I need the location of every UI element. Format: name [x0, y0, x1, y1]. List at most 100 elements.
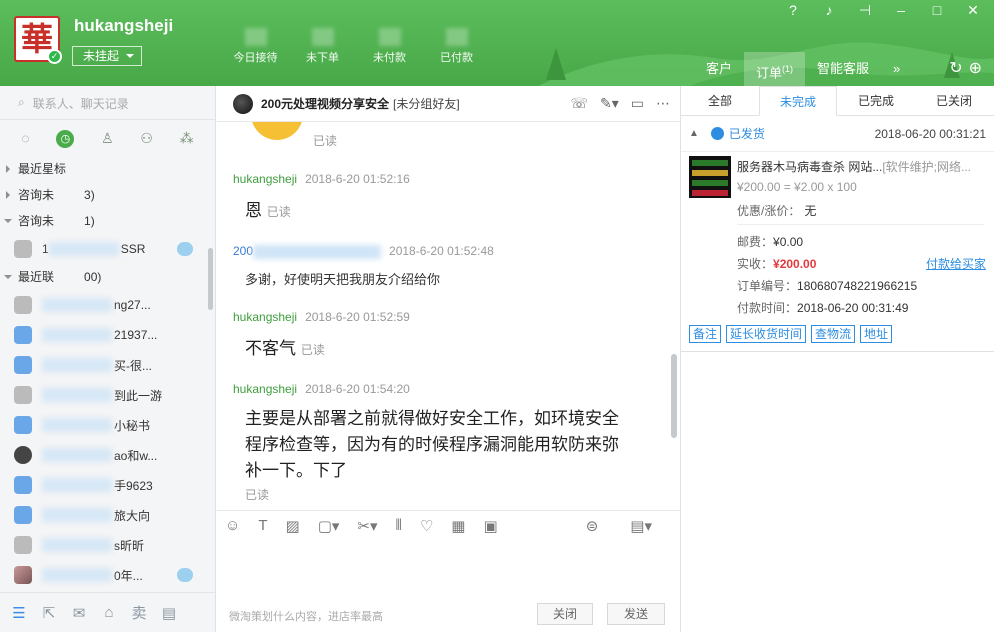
- contact-item[interactable]: ao和w...: [0, 440, 215, 470]
- product-category: [软件维护;网络...: [882, 160, 972, 174]
- product-row[interactable]: 服务器木马病毒查杀 网站...[软件维护;网络... ¥200.00 = ¥2.…: [681, 152, 994, 222]
- video-icon[interactable]: ▭: [631, 95, 644, 112]
- contact-item[interactable]: 小秘书: [0, 410, 215, 440]
- input-hint[interactable]: 微淘策划什么内容，进店率最高: [229, 608, 383, 624]
- stat-today[interactable]: 今日接待: [222, 28, 289, 65]
- group-consult-b[interactable]: 咨询未 1): [0, 208, 215, 234]
- close-button[interactable]: 关闭: [537, 603, 593, 625]
- mail-icon[interactable]: ✉: [64, 604, 94, 622]
- order-time: 2018-06-20 00:31:21: [874, 126, 986, 141]
- stat-paid[interactable]: 已付款: [423, 28, 490, 65]
- tab-customer[interactable]: 客户: [694, 52, 744, 86]
- collapse-icon[interactable]: ▲: [689, 128, 699, 139]
- product-thumbnail[interactable]: [689, 156, 731, 198]
- stat-not-ordered[interactable]: 未下单: [289, 28, 356, 65]
- history-icon[interactable]: ▤▾: [630, 517, 652, 535]
- contact-item[interactable]: 到此一游: [0, 380, 215, 410]
- image-icon[interactable]: ▨: [286, 517, 300, 535]
- maximize-icon[interactable]: □: [926, 2, 948, 19]
- sell-button[interactable]: 卖: [124, 602, 154, 623]
- pay-buyer-link[interactable]: 付款给买家: [926, 253, 986, 275]
- header-stats: 今日接待 未下单 未付款 已付款: [222, 28, 490, 65]
- tab-all[interactable]: 全部: [681, 86, 759, 115]
- read-status: 已读: [313, 134, 338, 148]
- contact-item[interactable]: ng27...: [0, 290, 215, 320]
- group-icon[interactable]: ⚇: [140, 130, 153, 148]
- stat-unpaid[interactable]: 未付款: [356, 28, 423, 65]
- menu-icon[interactable]: ☰: [4, 604, 34, 622]
- add-icon[interactable]: ⊕: [969, 58, 982, 78]
- tab-complete[interactable]: 已完成: [837, 86, 915, 115]
- font-icon[interactable]: T: [258, 517, 267, 534]
- scissors-icon[interactable]: ✂▾: [357, 517, 377, 535]
- layout-icon[interactable]: ▤: [154, 604, 184, 622]
- status-dropdown[interactable]: 未挂起: [72, 46, 142, 66]
- close-icon[interactable]: ✕: [962, 2, 984, 19]
- coupon-icon[interactable]: ▣: [483, 517, 497, 535]
- status-badge: 已发货: [710, 125, 765, 142]
- pin-icon[interactable]: ⊣: [854, 2, 876, 19]
- order-tabs: 全部 未完成 已完成 已关闭: [681, 86, 994, 116]
- comment-icon[interactable]: ☏: [570, 95, 588, 112]
- order-header[interactable]: ▲ 已发货 2018-06-20 00:31:21: [681, 116, 994, 152]
- edit-icon[interactable]: ✎▾: [600, 95, 619, 112]
- contact-item[interactable]: 手9623: [0, 470, 215, 500]
- folder-icon[interactable]: ▢▾: [318, 517, 340, 535]
- group-recent[interactable]: 最近联 00): [0, 264, 215, 290]
- export-icon[interactable]: ⇱: [34, 604, 64, 622]
- order-actions: 备注 延长收货时间 查物流 地址: [681, 319, 994, 343]
- minimize-icon[interactable]: –: [890, 2, 912, 19]
- chat-bubble-icon[interactable]: ◌: [21, 130, 29, 148]
- product-price: ¥200.00 = ¥2.00 x 100: [737, 180, 857, 194]
- contact-item[interactable]: s昕昕: [0, 530, 215, 560]
- contact-item[interactable]: 1 SSR: [0, 234, 215, 264]
- tab-incomplete[interactable]: 未完成: [759, 86, 837, 116]
- search-placeholder: 联系人、聊天记录: [32, 97, 129, 111]
- transfer-icon[interactable]: ⊜: [586, 517, 599, 535]
- contact-search[interactable]: ⌕ 联系人、聊天记录: [0, 86, 215, 120]
- sound-icon[interactable]: ♪: [818, 2, 840, 19]
- shop-icon[interactable]: ⌂: [94, 604, 124, 621]
- product-title[interactable]: 服务器木马病毒查杀 网站...: [737, 160, 882, 174]
- tab-orders[interactable]: 订单(1): [744, 52, 806, 86]
- group-starred[interactable]: 最近星标: [0, 156, 215, 182]
- paid-row: 实收：¥200.00 付款给买家: [737, 253, 994, 275]
- person-icon[interactable]: ♙: [101, 130, 114, 148]
- contact-groups: 最近星标 咨询未 3) 咨询未 1) 1 SSR 最近联 00) ng27... 21…: [0, 154, 215, 590]
- message-badge: [177, 242, 193, 256]
- emoji-icon[interactable]: ☺: [225, 517, 240, 534]
- heart-icon[interactable]: ♡: [420, 517, 433, 535]
- message-list: 已读 hukangsheji 2018-6-20 01:52:16 恩 已读 20…: [217, 122, 680, 510]
- help-icon[interactable]: ?: [782, 2, 804, 19]
- note-button[interactable]: 备注: [689, 325, 722, 343]
- avatar: [14, 240, 32, 258]
- contact-item[interactable]: 0年...: [0, 560, 215, 590]
- app-header: 華 ✓ hukangsheji 未挂起 今日接待 未下单 未付款 已付款 ? ♪…: [0, 0, 994, 86]
- contacts-scrollbar[interactable]: [208, 248, 213, 310]
- refresh-icon[interactable]: ↻: [949, 58, 962, 78]
- tab-smart-service[interactable]: 智能客服: [805, 52, 881, 86]
- left-bottom-bar: ☰ ⇱ ✉ ⌂ 卖 ▤: [0, 592, 215, 632]
- chat-scrollbar[interactable]: [671, 354, 677, 438]
- calculator-icon[interactable]: ▦: [451, 517, 465, 535]
- recent-clock-icon[interactable]: ◷: [56, 130, 75, 148]
- shop-logo[interactable]: 華 ✓: [14, 16, 62, 64]
- more-tabs-icon[interactable]: »: [881, 52, 912, 86]
- vibrate-icon[interactable]: ⫴: [396, 517, 402, 534]
- tab-closed[interactable]: 已关闭: [915, 86, 993, 115]
- contact-item[interactable]: 旅大向: [0, 500, 215, 530]
- logistics-button[interactable]: 查物流: [811, 325, 856, 343]
- org-icon[interactable]: ⁂: [180, 130, 194, 148]
- discount: 优惠/涨价：无: [737, 204, 817, 218]
- avatar: [14, 476, 32, 494]
- extend-receipt-button[interactable]: 延长收货时间: [726, 325, 807, 343]
- group-consult-a[interactable]: 咨询未 3): [0, 182, 215, 208]
- contacts-panel: ⌕ 联系人、聊天记录 ◌ ◷ ♙ ⚇ ⁂ 最近星标 咨询未 3) 咨询未 1) 1 …: [0, 86, 216, 632]
- contact-item[interactable]: 21937...: [0, 320, 215, 350]
- more-icon[interactable]: ⋯: [656, 95, 670, 112]
- address-button[interactable]: 地址: [860, 325, 893, 343]
- window-controls: ? ♪ ⊣ – □ ✕: [782, 2, 984, 19]
- contact-item[interactable]: 买-很...: [0, 350, 215, 380]
- avatar[interactable]: [233, 93, 253, 114]
- send-button[interactable]: 发送: [607, 603, 665, 625]
